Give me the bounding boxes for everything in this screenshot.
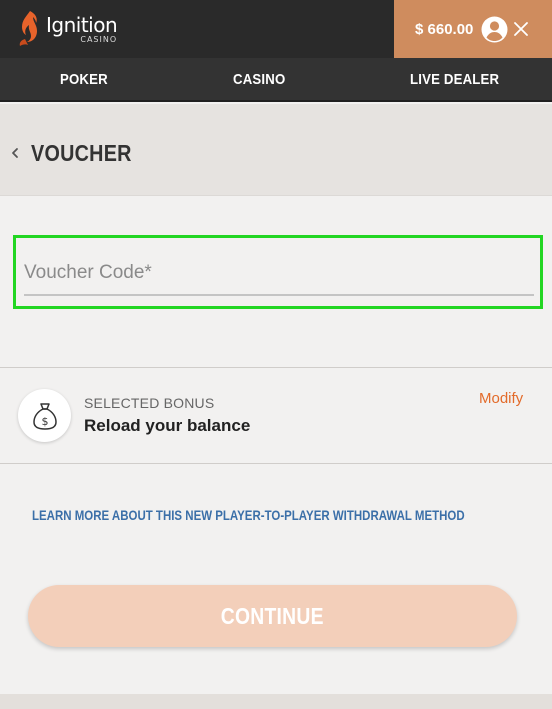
nav-live-dealer[interactable]: LIVE DEALER (410, 58, 499, 102)
balance-panel[interactable]: $ 660.00 (394, 0, 552, 58)
flame-logo-icon (19, 11, 37, 46)
continue-button-label: CONTINUE (221, 602, 324, 629)
selected-bonus-label: SELECTED BONUS (84, 395, 215, 411)
continue-button[interactable]: CONTINUE (28, 585, 517, 647)
divider (0, 367, 552, 368)
modify-bonus-link[interactable]: Modify (479, 390, 523, 407)
top-bar: Ignition CASINO $ 660.00 (0, 0, 552, 58)
nav-poker[interactable]: POKER (60, 58, 108, 102)
bonus-icon-badge: $ (18, 389, 71, 442)
money-bag-icon: $ (32, 402, 57, 430)
brand-subname: CASINO (80, 34, 118, 44)
main-nav: POKER CASINO LIVE DEALER (0, 58, 552, 102)
voucher-field-highlight (13, 235, 543, 309)
balance-amount: $ 660.00 (415, 20, 474, 38)
svg-text:$: $ (41, 415, 48, 428)
learn-more-link[interactable]: LEARN MORE ABOUT THIS NEW PLAYER-TO-PLAY… (32, 507, 465, 523)
nav-casino[interactable]: CASINO (233, 58, 285, 102)
footer-band (0, 694, 552, 709)
voucher-code-input[interactable] (24, 252, 534, 296)
selected-bonus-name: Reload your balance (84, 416, 251, 435)
page-title: VOUCHER (31, 140, 132, 166)
close-icon[interactable] (514, 22, 529, 36)
brand-name: Ignition (46, 12, 118, 37)
brand-wordmark: Ignition CASINO (46, 12, 118, 44)
divider (0, 463, 552, 464)
account-icon[interactable] (481, 16, 508, 43)
brand-logo[interactable]: Ignition CASINO (16, 0, 118, 58)
chevron-left-icon[interactable] (10, 146, 20, 160)
